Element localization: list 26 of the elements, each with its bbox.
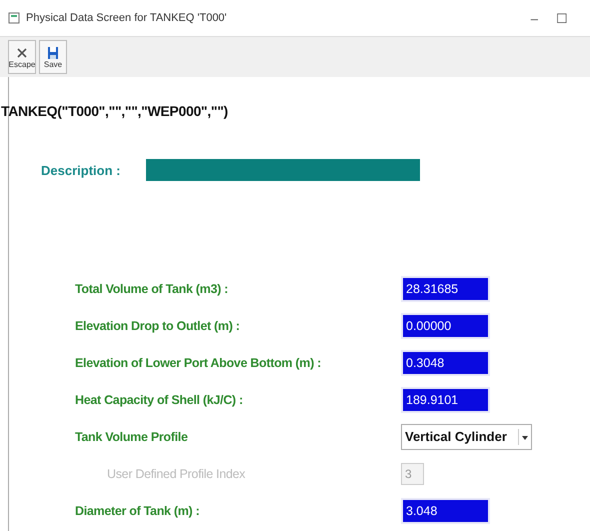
field-label: Elevation Drop to Outlet (m) : xyxy=(75,318,241,332)
close-icon xyxy=(15,46,29,60)
caret-icon xyxy=(518,428,531,444)
field-label: Tank Volume Profile xyxy=(75,430,189,444)
input-field[interactable]: 189.9101 xyxy=(401,386,490,412)
minimize-button[interactable]: – xyxy=(530,10,538,26)
save-icon xyxy=(46,46,60,60)
input-field[interactable]: 0.00000 xyxy=(401,312,490,338)
maximize-button[interactable]: ☐ xyxy=(556,10,568,26)
app-icon xyxy=(8,12,20,24)
field-label: User Defined Profile Index xyxy=(106,466,246,480)
profile-dropdown[interactable]: Vertical Cylinder xyxy=(401,424,532,450)
save-button[interactable]: Save xyxy=(39,40,67,74)
field-label: Total Volume of Tank (m3) : xyxy=(75,282,230,296)
field-label: Diameter of Tank (m) : xyxy=(75,504,200,518)
record-heading: TANKEQ("T000","","","WEP000","") xyxy=(1,103,229,119)
description-field[interactable] xyxy=(146,159,420,181)
input-field[interactable]: 0.3048 xyxy=(401,350,490,376)
window-title: Physical Data Screen for TANKEQ 'T000' xyxy=(26,12,228,24)
field-label: Description : xyxy=(41,162,120,178)
field-label: Elevation of Lower Port Above Bottom (m) : xyxy=(75,356,322,370)
input-field[interactable]: 3.048 xyxy=(401,498,490,524)
escape-button[interactable]: Escape xyxy=(8,40,36,74)
field-label: Heat Capacity of Shell (kJ/C) : xyxy=(75,392,244,406)
input-field: 3 xyxy=(401,462,424,484)
input-field[interactable]: 28.31685 xyxy=(401,276,490,302)
